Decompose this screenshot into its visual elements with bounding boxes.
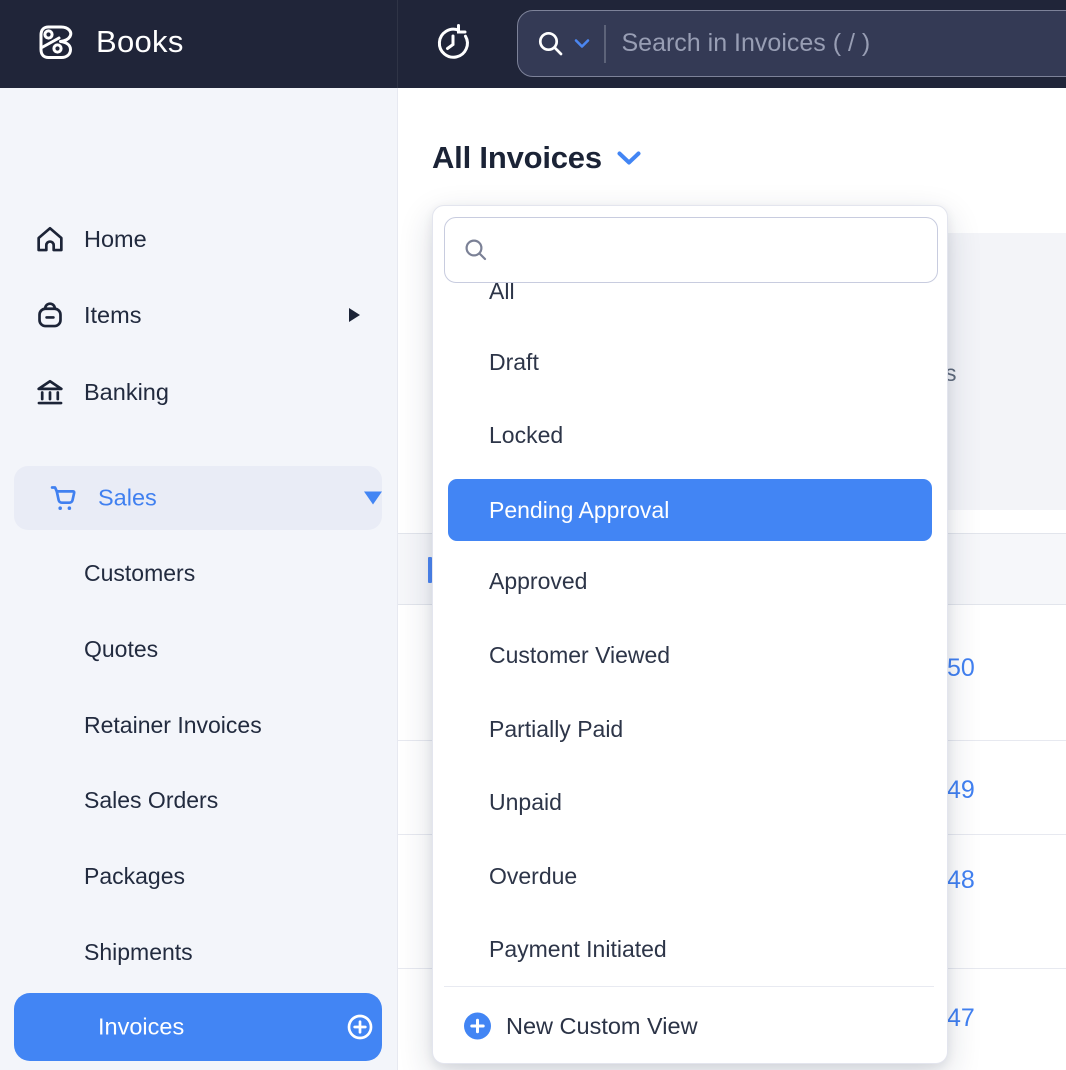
invoice-number-link[interactable]: 50 [947, 654, 975, 683]
sidebar-item-packages[interactable]: Packages [0, 856, 398, 896]
view-option-customer-viewed[interactable]: Customer Viewed [489, 641, 670, 669]
search-icon [462, 236, 490, 264]
sidebar-item-label: Customers [84, 559, 196, 586]
sidebar-item-label: Quotes [84, 635, 159, 662]
selected-view-label: Pending Approval [489, 496, 670, 523]
navbar-separator [397, 0, 398, 88]
sidebar-item-label: Packages [84, 862, 186, 889]
view-search-box [444, 217, 938, 283]
global-search-input[interactable] [605, 29, 1066, 58]
chevron-down-icon [574, 38, 590, 49]
top-navbar: Books [0, 0, 1066, 88]
view-option-pending-approval-selected[interactable]: Pending Approval [448, 479, 932, 541]
sidebar-item-items[interactable]: Items [0, 291, 398, 339]
home-icon [32, 221, 68, 257]
plus-circle-icon [464, 1012, 491, 1040]
global-search-bar [517, 10, 1066, 77]
view-option-payment-initiated[interactable]: Payment Initiated [489, 935, 667, 963]
view-option-draft[interactable]: Draft [489, 348, 539, 376]
sidebar-item-invoices[interactable]: Invoices [14, 993, 382, 1061]
books-logo-icon[interactable] [32, 18, 78, 66]
invoice-number-link[interactable]: 49 [947, 776, 975, 805]
chevron-down-icon [616, 150, 642, 167]
view-option-approved[interactable]: Approved [489, 567, 587, 595]
sidebar-item-banking[interactable]: Banking [0, 368, 398, 416]
view-option-unpaid[interactable]: Unpaid [489, 788, 562, 816]
page-title: All Invoices [432, 140, 602, 175]
app-title: Books [96, 24, 184, 59]
sidebar-item-label: Retainer Invoices [84, 711, 262, 738]
view-option-partially-paid[interactable]: Partially Paid [489, 715, 623, 743]
triangle-right-icon [349, 308, 360, 322]
cart-icon [46, 480, 82, 516]
dropdown-divider [444, 986, 934, 987]
clock-history-icon [433, 23, 473, 63]
bank-icon [32, 374, 68, 410]
triangle-down-icon [364, 491, 382, 505]
sidebar-item-customers[interactable]: Customers [0, 553, 398, 593]
sidebar-item-label: Sales [98, 484, 157, 511]
search-icon [535, 28, 567, 60]
sidebar-item-label: Home [84, 225, 147, 252]
sidebar-item-label: Shipments [84, 938, 193, 965]
invoice-number-link[interactable]: 48 [947, 866, 975, 895]
sidebar-item-label: Items [84, 301, 142, 328]
new-custom-view-button[interactable]: New Custom View [433, 1001, 949, 1051]
sidebar-item-shipments[interactable]: Shipments [0, 932, 398, 972]
new-custom-view-label: New Custom View [506, 1012, 698, 1039]
view-option-overdue[interactable]: Overdue [489, 862, 577, 890]
sidebar-item-label: Invoices [98, 1013, 185, 1040]
sidebar-item-label: Sales Orders [84, 786, 219, 813]
sidebar-item-label: Banking [84, 378, 169, 405]
sidebar-item-sales-orders[interactable]: Sales Orders [0, 780, 398, 820]
sidebar-item-retainer-invoices[interactable]: Retainer Invoices [0, 705, 398, 745]
add-invoice-button[interactable] [346, 1013, 374, 1041]
invoice-number-link[interactable]: 47 [947, 1004, 975, 1033]
view-search-input[interactable] [490, 236, 937, 264]
recent-history-button[interactable] [432, 22, 474, 64]
sidebar-item-quotes[interactable]: Quotes [0, 629, 398, 669]
view-option-locked[interactable]: Locked [489, 421, 563, 449]
items-bag-icon [32, 297, 68, 333]
sidebar: Home Items Banking Sales Customers Quote… [0, 88, 398, 1070]
sidebar-item-sales[interactable]: Sales [14, 466, 382, 530]
view-dropdown-panel: All Draft Locked Pending Approval Approv… [432, 205, 948, 1064]
search-scope-selector[interactable] [518, 28, 604, 60]
sidebar-item-home[interactable]: Home [0, 215, 398, 263]
view-selector-button[interactable]: All Invoices [432, 140, 642, 176]
